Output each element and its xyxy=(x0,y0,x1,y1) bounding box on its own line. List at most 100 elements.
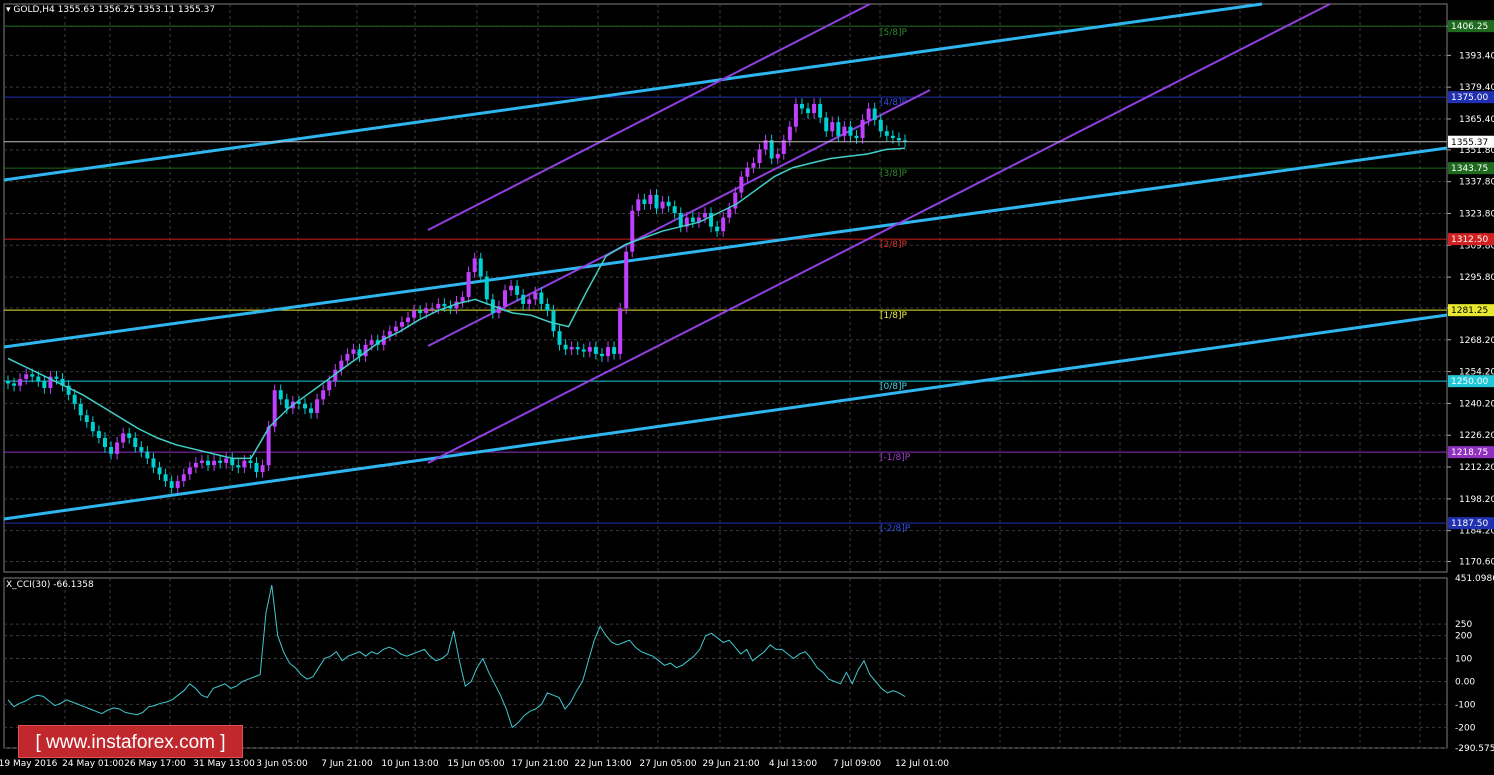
candle-body xyxy=(715,226,720,232)
candle-body xyxy=(745,167,750,177)
candle-body xyxy=(721,217,726,232)
candle-body xyxy=(478,258,483,277)
candle-body xyxy=(890,135,895,139)
murrey-level-label: [-1/8]P xyxy=(880,453,911,463)
candle-body xyxy=(315,399,320,413)
candle-body xyxy=(139,447,144,452)
candle-body xyxy=(799,103,804,109)
murrey-price-label: 1187.50 xyxy=(1451,519,1488,529)
candle-body xyxy=(24,374,29,379)
time-tick-label: 27 Jun 05:00 xyxy=(639,759,696,769)
candle-body xyxy=(151,458,156,468)
candle-body xyxy=(812,103,817,114)
candle-body xyxy=(230,458,235,466)
candle-body xyxy=(878,119,883,132)
candle-body xyxy=(618,308,623,354)
dropdown-arrow-icon[interactable]: ▾ xyxy=(6,5,11,15)
candle-body xyxy=(727,208,732,218)
candle-body xyxy=(642,199,647,204)
cci-tick-label: -290.5758 xyxy=(1455,744,1494,754)
candle-body xyxy=(6,381,10,384)
candle-body xyxy=(830,122,835,132)
candle-body xyxy=(345,353,350,361)
symbol-quote-line: GOLD,H4 1355.63 1356.25 1353.11 1355.37 xyxy=(13,5,216,15)
cci-tick-label: 100 xyxy=(1455,655,1472,665)
candle-body xyxy=(121,433,126,443)
candle-body xyxy=(660,201,665,209)
price-tick-label: 1323.80 xyxy=(1459,209,1494,219)
time-tick-label: 26 May 17:00 xyxy=(124,759,186,769)
candle-body xyxy=(848,126,853,136)
candle-body xyxy=(102,437,107,448)
candle-body xyxy=(109,447,114,454)
murrey-level-label: [-2/8]P xyxy=(880,524,911,534)
time-tick-label: 31 May 13:00 xyxy=(193,759,255,769)
price-chart: 19 May 2016 24 May 01:00 26 May 17:00 31 Ma… xyxy=(0,2,1494,769)
candle-body xyxy=(484,276,489,300)
candle-body xyxy=(236,465,241,468)
candle-body xyxy=(115,442,120,454)
murrey-level-label: [1/8]P xyxy=(880,311,908,321)
time-tick-label: 7 Jul 09:00 xyxy=(833,759,882,769)
time-tick-label: 19 May 2016 xyxy=(0,759,58,769)
candle-body xyxy=(581,349,586,352)
candle-body xyxy=(678,213,683,227)
candle-body xyxy=(563,344,568,350)
candle-body xyxy=(666,201,671,207)
murrey-price-label: 1375.00 xyxy=(1451,93,1488,103)
candle-body xyxy=(187,467,192,475)
candle-body xyxy=(824,117,829,132)
candle-body xyxy=(860,119,865,139)
time-tick-label: 4 Jul 13:00 xyxy=(769,759,818,769)
cci-tick-label: 250 xyxy=(1455,620,1472,630)
indicator-header: X_CCI(30) -66.1358 xyxy=(6,580,94,590)
candle-body xyxy=(557,331,562,345)
candle-body xyxy=(775,153,780,159)
candle-body xyxy=(278,390,283,400)
candle-body xyxy=(321,390,326,400)
candle-body xyxy=(472,258,477,273)
candle-body xyxy=(502,290,507,307)
cci-plot-frame xyxy=(3,577,1448,749)
candle-body xyxy=(78,403,83,416)
price-tick-label: 1198.20 xyxy=(1459,495,1494,505)
candle-body xyxy=(793,103,798,127)
candle-body xyxy=(460,297,465,302)
candle-body xyxy=(424,308,429,313)
candle-body xyxy=(818,103,823,118)
murrey-level-label: [2/8]P xyxy=(880,240,908,250)
price-tick-label: 1268.20 xyxy=(1459,336,1494,346)
murrey-level-label: [5/8]P xyxy=(880,28,908,38)
candle-body xyxy=(327,381,332,391)
candle-body xyxy=(393,326,398,332)
candle-body xyxy=(442,303,447,307)
candle-body xyxy=(672,206,677,214)
candle-body xyxy=(872,108,877,120)
main-plot-frame xyxy=(3,3,1448,573)
candle-body xyxy=(690,217,695,223)
candle-body xyxy=(145,451,150,459)
candle-body xyxy=(248,460,253,463)
candle-body xyxy=(757,149,762,164)
trend-line xyxy=(3,2,1263,182)
candle-body xyxy=(624,251,629,309)
murrey-price-label: 1343.75 xyxy=(1451,164,1488,174)
candle-body xyxy=(787,126,792,141)
candle-body xyxy=(309,408,314,413)
candle-body xyxy=(781,140,786,154)
candle-body xyxy=(587,347,592,352)
candle-body xyxy=(418,310,423,313)
candle-body xyxy=(702,213,707,218)
cci-tick-label: -200 xyxy=(1455,723,1476,733)
candle-body xyxy=(593,347,598,354)
candle-body xyxy=(521,294,526,304)
candle-body xyxy=(575,347,580,350)
candle-body xyxy=(254,462,259,473)
candle-body xyxy=(42,381,47,388)
candle-body xyxy=(466,272,471,298)
candle-body xyxy=(260,465,265,473)
candle-body xyxy=(606,347,611,357)
candle-body xyxy=(399,322,404,327)
price-tick-label: 1393.40 xyxy=(1459,51,1494,61)
candle-body xyxy=(527,299,532,304)
